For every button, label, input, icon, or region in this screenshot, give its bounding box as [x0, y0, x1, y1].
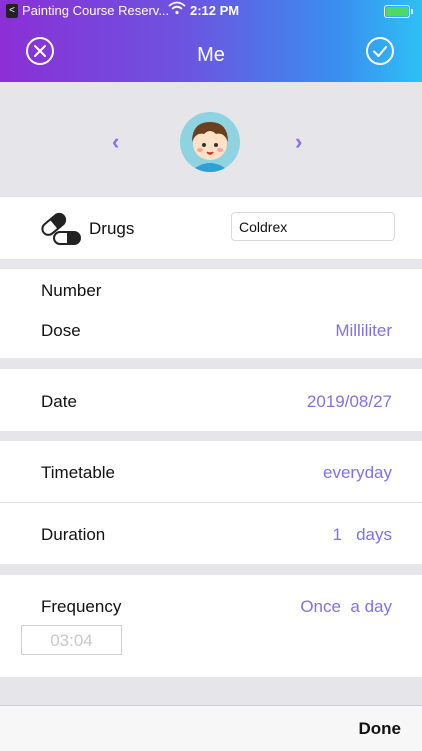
timetable-value[interactable]: everyday — [323, 463, 392, 483]
date-label: Date — [41, 392, 77, 411]
duration-label: Duration — [41, 525, 106, 544]
time-slot-field[interactable]: 03:04 — [21, 625, 122, 655]
duration-value[interactable]: 1 days — [332, 525, 392, 545]
date-row: Date 2019/08/27 — [0, 369, 422, 431]
confirm-button[interactable] — [366, 37, 394, 65]
frequency-value[interactable]: Once a day — [300, 597, 392, 617]
done-button[interactable]: Done — [359, 719, 402, 739]
back-app-name[interactable]: Painting Course Reserv... — [22, 3, 169, 18]
frequency-label: Frequency — [41, 597, 122, 616]
header-bar: < Painting Course Reserv... 2:12 PM Me — [0, 0, 422, 82]
avatar-boy-icon[interactable] — [180, 112, 240, 172]
dose-label: Dose — [41, 321, 81, 340]
status-time: 2:12 PM — [190, 3, 240, 18]
drug-name-field[interactable]: Coldrex — [231, 212, 395, 241]
next-avatar-button[interactable]: › — [295, 129, 302, 155]
dose-unit-value[interactable]: Milliliter — [335, 321, 392, 341]
back-to-app-icon[interactable]: < — [6, 4, 18, 18]
number-label: Number — [41, 281, 102, 300]
timetable-label: Timetable — [41, 463, 116, 482]
page-title: Me — [197, 44, 225, 66]
bottom-toolbar: Done — [0, 705, 422, 751]
dose-section: Number Dose Milliliter — [0, 269, 422, 358]
avatar-selector: ‹ › — [0, 82, 422, 196]
status-bar: < Painting Course Reserv... 2:12 PM — [0, 0, 422, 22]
battery-icon — [384, 5, 413, 18]
previous-avatar-button[interactable]: ‹ — [112, 129, 119, 155]
schedule-section: Timetable everyday Duration 1 days — [0, 441, 422, 564]
divider — [0, 502, 422, 503]
date-value[interactable]: 2019/08/27 — [307, 392, 392, 412]
check-icon — [373, 46, 387, 57]
wifi-icon — [168, 1, 186, 18]
pill-icon — [39, 207, 81, 252]
drugs-label: Drugs — [89, 219, 135, 238]
